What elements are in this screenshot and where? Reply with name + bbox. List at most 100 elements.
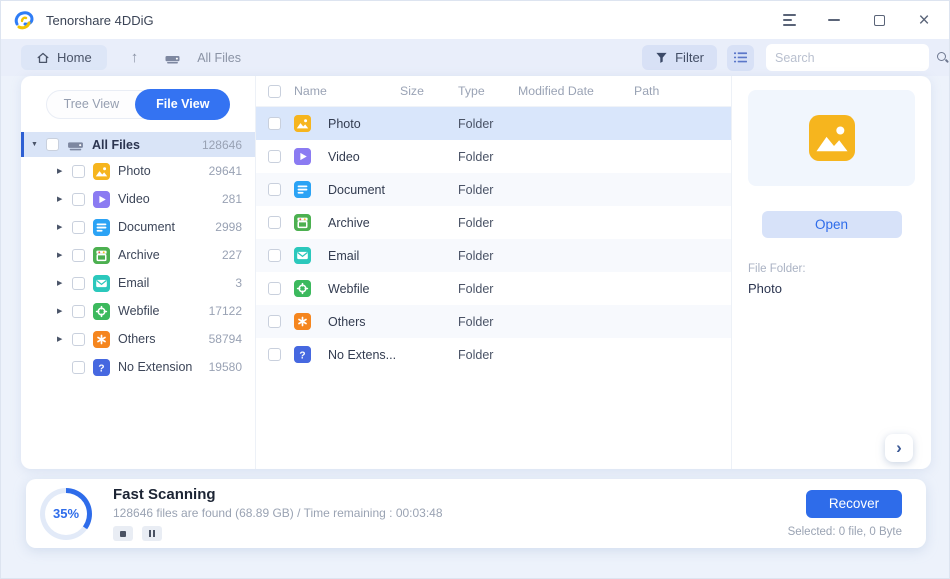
pause-button[interactable] (142, 526, 162, 541)
select-all-checkbox[interactable] (268, 85, 281, 98)
checkbox[interactable] (268, 315, 281, 328)
maximize-icon[interactable] (870, 11, 888, 29)
checkbox[interactable] (268, 348, 281, 361)
tree-item-photo[interactable]: ▶Photo29641 (21, 157, 255, 185)
table-row-photo[interactable]: PhotoFolder (256, 107, 731, 140)
expand-arrow-icon[interactable]: ▶ (57, 251, 72, 259)
recover-button[interactable]: Recover (806, 490, 902, 518)
checkbox[interactable] (268, 183, 281, 196)
checkbox[interactable] (72, 361, 85, 374)
expand-arrow-icon[interactable]: ▶ (57, 195, 72, 203)
tree-item-document[interactable]: ▶Document2998 (21, 213, 255, 241)
tree-item-count: 128646 (202, 138, 255, 152)
col-size[interactable]: Size (400, 84, 458, 98)
checkbox[interactable] (46, 138, 59, 151)
checkbox[interactable] (268, 117, 281, 130)
expand-arrow-icon[interactable]: ▶ (57, 307, 72, 315)
list-view-button[interactable] (727, 45, 754, 71)
checkbox[interactable] (72, 333, 85, 346)
selected-summary: Selected: 0 file, 0 Byte (788, 526, 902, 538)
photo-icon (809, 115, 855, 161)
checkbox[interactable] (268, 216, 281, 229)
collapse-panel-button[interactable]: › (885, 434, 913, 462)
row-name: Archive (328, 216, 370, 230)
expand-arrow-icon[interactable]: ▼ (31, 141, 46, 148)
filter-button[interactable]: Filter (642, 45, 717, 70)
pause-icon (149, 530, 151, 537)
tree-item-label: Archive (118, 248, 160, 262)
noext-icon: ? (93, 359, 110, 376)
up-arrow-icon[interactable]: ↑ (131, 49, 139, 66)
menu-icon[interactable] (780, 11, 798, 29)
tree-item-count: 19580 (209, 360, 255, 374)
checkbox[interactable] (72, 305, 85, 318)
document-icon (93, 219, 110, 236)
tree-item-label: Video (118, 192, 150, 206)
checkbox[interactable] (72, 221, 85, 234)
search-input[interactable] (775, 51, 936, 65)
expand-arrow-icon[interactable]: ▶ (57, 279, 72, 287)
tree-item-label: No Extension (118, 360, 192, 374)
tree-item-webfile[interactable]: ▶Webfile17122 (21, 297, 255, 325)
view-tabs: Tree View File View (46, 90, 231, 119)
tree-item-others[interactable]: ▶Others58794 (21, 325, 255, 353)
col-modified[interactable]: Modified Date (518, 84, 634, 98)
col-type[interactable]: Type (458, 84, 518, 98)
svg-text:?: ? (98, 363, 104, 374)
row-type: Folder (458, 150, 518, 164)
table-row-no-extens[interactable]: ?No Extens...Folder (256, 338, 731, 371)
tab-tree-view[interactable]: Tree View (47, 91, 137, 118)
breadcrumb[interactable]: All Files (164, 50, 241, 66)
table-row-archive[interactable]: ArchiveFolder (256, 206, 731, 239)
checkbox[interactable] (72, 277, 85, 290)
breadcrumb-label: All Files (197, 51, 241, 65)
progress-percent: 35% (40, 488, 92, 540)
checkbox[interactable] (72, 249, 85, 262)
tree-item-all-files[interactable]: ▼All Files128646 (21, 132, 255, 157)
checkbox[interactable] (72, 165, 85, 178)
expand-arrow-icon[interactable]: ▶ (57, 167, 72, 175)
tree-item-no-extension[interactable]: ? No Extension 19580 (21, 353, 255, 381)
tree-item-email[interactable]: ▶Email3 (21, 269, 255, 297)
minimize-icon[interactable] (825, 11, 843, 29)
table-header: Name Size Type Modified Date Path (256, 76, 731, 107)
table-body: PhotoFolderVideoFolder Document Folder Arch… (256, 107, 731, 371)
tree-item-video[interactable]: ▶ Video 281 (21, 185, 255, 213)
file-meta-value: Photo (748, 281, 915, 296)
checkbox[interactable] (268, 282, 281, 295)
col-path[interactable]: Path (634, 84, 731, 98)
tree-item-label: Webfile (118, 304, 159, 318)
table-row-email[interactable]: EmailFolder (256, 239, 731, 272)
expand-arrow-icon[interactable]: ▶ (57, 223, 72, 231)
tree-item-archive[interactable]: ▶Archive227 (21, 241, 255, 269)
stop-button[interactable] (113, 526, 133, 541)
col-name[interactable]: Name (294, 84, 400, 98)
photo-icon (294, 115, 311, 132)
drive-icon (67, 136, 84, 153)
checkbox[interactable] (72, 193, 85, 206)
list-view-icon (733, 51, 748, 64)
video-icon (93, 191, 110, 208)
table-row-webfile[interactable]: WebfileFolder (256, 272, 731, 305)
filter-label: Filter (675, 50, 704, 65)
open-button[interactable]: Open (762, 211, 902, 238)
email-icon (294, 247, 311, 264)
checkbox[interactable] (268, 249, 281, 262)
checkbox[interactable] (268, 150, 281, 163)
row-type: Folder (458, 249, 518, 263)
close-icon[interactable]: × (915, 11, 933, 29)
row-type: Folder (458, 348, 518, 362)
webfile-icon (294, 280, 311, 297)
title-bar: Tenorshare 4DDiG × (1, 1, 949, 39)
table-row-video[interactable]: VideoFolder (256, 140, 731, 173)
home-button[interactable]: Home (21, 45, 107, 70)
row-type: Folder (458, 183, 518, 197)
table-row-others[interactable]: OthersFolder (256, 305, 731, 338)
toolbar: Home ↑ All Files Filter (1, 39, 949, 76)
tab-file-view[interactable]: File View (135, 89, 230, 120)
expand-arrow-icon[interactable]: ▶ (57, 335, 72, 343)
tree-item-count: 281 (222, 192, 255, 206)
table-row-document[interactable]: Document Folder (256, 173, 731, 206)
row-name: Document (328, 183, 385, 197)
others-icon (93, 331, 110, 348)
